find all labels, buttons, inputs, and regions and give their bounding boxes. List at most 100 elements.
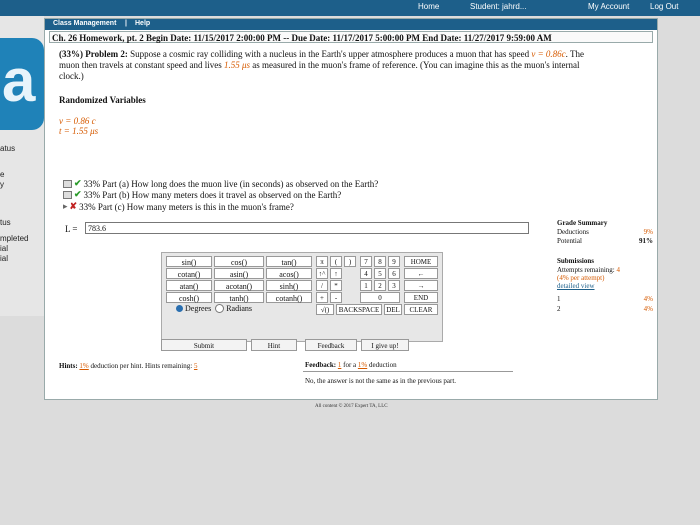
left-label: mpleted xyxy=(0,234,29,243)
angle-mode: Degrees Radians xyxy=(176,304,252,313)
power-key[interactable]: ↑^ xyxy=(316,268,328,279)
attempts-row: Attempts remaining: 4 xyxy=(557,266,653,274)
feedback-middle: for a xyxy=(343,361,357,369)
cosh-button[interactable]: cosh() xyxy=(166,292,212,303)
end-key[interactable]: END xyxy=(404,292,438,303)
radians-radio[interactable] xyxy=(215,304,225,313)
cos-button[interactable]: cos() xyxy=(214,256,264,267)
acotan-button[interactable]: acotan() xyxy=(214,280,264,291)
tanh-button[interactable]: tanh() xyxy=(214,292,264,303)
feedback-message: No, the answer is not the same as in the… xyxy=(305,377,457,385)
submission-row: 1 4% xyxy=(557,295,653,303)
submission-number: 2 xyxy=(557,305,561,313)
key-0[interactable]: 0 xyxy=(360,292,400,303)
part-b-text: 33% Part (b) How many meters does it tra… xyxy=(83,189,342,200)
deductions-row: Deductions 9% xyxy=(557,228,653,236)
key-7[interactable]: 7 xyxy=(360,256,372,267)
top-nav-bar: Home Student: jahrd... My Account Log Ou… xyxy=(0,0,700,16)
left-arrow-key[interactable]: ← xyxy=(404,268,438,279)
class-management-menu[interactable]: Class Management xyxy=(53,20,116,27)
student-link[interactable]: Student: jahrd... xyxy=(470,2,526,11)
key-9[interactable]: 9 xyxy=(388,256,400,267)
sin-button[interactable]: sin() xyxy=(166,256,212,267)
hint-button[interactable]: Hint xyxy=(251,339,297,351)
left-label: ial xyxy=(0,254,9,263)
potential-label: Potential xyxy=(557,237,582,245)
cotanh-button[interactable]: cotanh() xyxy=(266,292,312,303)
divide-key[interactable]: / xyxy=(316,280,328,291)
problem-lifetime: 1.55 μs xyxy=(223,60,250,70)
degrees-label: Degrees xyxy=(185,304,212,313)
right-arrow-key[interactable]: → xyxy=(404,280,438,291)
attempts-text: Attempts remaining: xyxy=(557,266,615,274)
key-2[interactable]: 2 xyxy=(374,280,386,291)
help-menu[interactable]: Help xyxy=(135,20,150,27)
problem-label: Problem 2: xyxy=(85,49,128,59)
minus-key[interactable]: - xyxy=(330,292,342,303)
key-5[interactable]: 5 xyxy=(374,268,386,279)
cotan-button[interactable]: cotan() xyxy=(166,268,212,279)
sinh-button[interactable]: sinh() xyxy=(266,280,312,291)
hints-remaining: 5 xyxy=(193,362,198,370)
key-3[interactable]: 3 xyxy=(388,280,400,291)
degrees-radio[interactable] xyxy=(176,305,183,312)
backspace-key[interactable]: BACKSPACE xyxy=(336,304,382,315)
part-a-row[interactable]: ✔ 33% Part (a) How long does the muon li… xyxy=(63,178,378,189)
submission-value: 4% xyxy=(643,305,653,313)
key-4[interactable]: 4 xyxy=(360,268,372,279)
hints-line: Hints: 1% deduction per hint. Hints rema… xyxy=(59,362,197,370)
answer-label: L = xyxy=(65,224,78,234)
atan-button[interactable]: atan() xyxy=(166,280,212,291)
hints-prefix: Hints: xyxy=(59,362,78,370)
log-out-link[interactable]: Log Out xyxy=(650,2,678,11)
deductions-label: Deductions xyxy=(557,228,589,236)
part-b-row[interactable]: ✔ 33% Part (b) How many meters does it t… xyxy=(63,189,341,200)
left-label: ial xyxy=(0,244,9,253)
left-label: e xyxy=(0,170,5,179)
radians-label: Radians xyxy=(226,304,252,313)
delete-key[interactable]: DEL xyxy=(384,304,402,315)
potential-value: 91% xyxy=(639,237,653,245)
plus-key[interactable]: + xyxy=(316,292,328,303)
part-c-row[interactable]: ▸ ✘ 33% Part (c) How many meters is this… xyxy=(63,201,294,212)
left-label: atus xyxy=(0,144,16,153)
clear-key[interactable]: CLEAR xyxy=(404,304,438,315)
feedback-line: Feedback: 1 for a 1% deduction xyxy=(305,361,397,369)
assignment-panel: Class Management | Help Ch. 26 Homework,… xyxy=(44,18,658,409)
up-arrow-key[interactable]: ↑ xyxy=(330,268,342,279)
calculator: sin() cos() tan() cotan() asin() acos() … xyxy=(161,252,443,342)
cross-icon: ✘ xyxy=(69,201,78,211)
my-account-link[interactable]: My Account xyxy=(588,2,629,11)
key-6[interactable]: 6 xyxy=(388,268,400,279)
detailed-view-link[interactable]: detailed view xyxy=(557,282,653,290)
grade-summary-heading: Grade Summary xyxy=(557,219,608,227)
answer-input[interactable]: 783.6 xyxy=(85,222,529,234)
feedback-count: 1 xyxy=(337,361,342,369)
menu-bar: Class Management | Help xyxy=(45,19,657,30)
copyright: All content © 2017 Expert TA, LLC xyxy=(315,404,388,409)
key-1[interactable]: 1 xyxy=(360,280,372,291)
pi-key[interactable]: π xyxy=(316,256,328,267)
key-8[interactable]: 8 xyxy=(374,256,386,267)
triangle-right-icon: ▸ xyxy=(63,201,68,211)
multiply-key[interactable]: * xyxy=(330,280,342,291)
submit-button[interactable]: Submit xyxy=(161,339,247,351)
attempts-value: 4 xyxy=(616,266,621,274)
random-var-v: v = 0.86 c xyxy=(59,116,96,126)
submission-row: 2 4% xyxy=(557,305,653,313)
random-var-t: t = 1.55 μs xyxy=(59,126,99,136)
asin-button[interactable]: asin() xyxy=(214,268,264,279)
right-paren-key[interactable]: ) xyxy=(344,256,356,267)
logo: a xyxy=(0,38,44,130)
home-key[interactable]: HOME xyxy=(404,256,438,267)
feedback-prefix: Feedback: xyxy=(305,361,337,369)
sqrt-key[interactable]: √() xyxy=(316,304,334,315)
left-paren-key[interactable]: ( xyxy=(330,256,342,267)
acos-button[interactable]: acos() xyxy=(266,268,312,279)
feedback-divider xyxy=(303,371,513,372)
give-up-button[interactable]: I give up! xyxy=(361,339,409,351)
feedback-button[interactable]: Feedback xyxy=(305,339,357,351)
tan-button[interactable]: tan() xyxy=(266,256,312,267)
problem-percent: (33%) xyxy=(59,49,83,59)
home-link[interactable]: Home xyxy=(418,2,439,11)
